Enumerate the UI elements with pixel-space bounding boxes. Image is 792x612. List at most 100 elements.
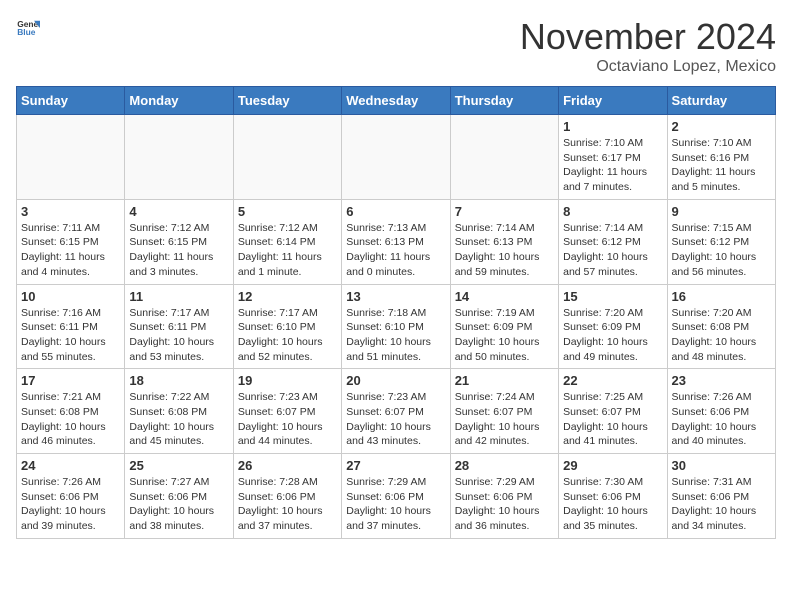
calendar-cell: 29Sunrise: 7:30 AM Sunset: 6:06 PM Dayli… xyxy=(559,454,667,539)
calendar-table: SundayMondayTuesdayWednesdayThursdayFrid… xyxy=(16,86,776,539)
calendar-cell: 9Sunrise: 7:15 AM Sunset: 6:12 PM Daylig… xyxy=(667,199,775,284)
day-info: Sunrise: 7:21 AM Sunset: 6:08 PM Dayligh… xyxy=(21,390,120,449)
column-header-friday: Friday xyxy=(559,87,667,115)
day-info: Sunrise: 7:27 AM Sunset: 6:06 PM Dayligh… xyxy=(129,475,228,534)
day-info: Sunrise: 7:14 AM Sunset: 6:13 PM Dayligh… xyxy=(455,221,554,280)
column-header-saturday: Saturday xyxy=(667,87,775,115)
column-header-wednesday: Wednesday xyxy=(342,87,450,115)
day-number: 17 xyxy=(21,373,120,388)
calendar-cell: 13 Sunrise: 7:18 AM Sunset: 6:10 PM Dayli… xyxy=(342,284,450,369)
day-number: 12 xyxy=(238,289,337,304)
calendar-cell: 6 Sunrise: 7:13 AM Sunset: 6:13 PM Daylig… xyxy=(342,199,450,284)
day-info: Sunrise: 7:23 AM Sunset: 6:07 PM Dayligh… xyxy=(238,390,337,449)
calendar-cell: 2Sunrise: 7:10 AM Sunset: 6:16 PM Daylig… xyxy=(667,115,775,200)
day-info: Sunrise: 7:29 AM Sunset: 6:06 PM Dayligh… xyxy=(346,475,445,534)
calendar-cell: 16 Sunrise: 7:20 AM Sunset: 6:08 PM Dayli… xyxy=(667,284,775,369)
calendar-cell xyxy=(17,115,125,200)
column-header-sunday: Sunday xyxy=(17,87,125,115)
day-info: Sunrise: 7:18 AM Sunset: 6:10 PM Dayligh… xyxy=(346,306,445,365)
calendar-cell: 1Sunrise: 7:10 AM Sunset: 6:17 PM Daylig… xyxy=(559,115,667,200)
calendar-cell: 5 Sunrise: 7:12 AM Sunset: 6:14 PM Daylig… xyxy=(233,199,341,284)
calendar-cell: 23 Sunrise: 7:26 AM Sunset: 6:06 PM Dayli… xyxy=(667,369,775,454)
day-number: 13 xyxy=(346,289,445,304)
calendar-cell xyxy=(450,115,558,200)
day-number: 22 xyxy=(563,373,662,388)
calendar-cell: 18 Sunrise: 7:22 AM Sunset: 6:08 PM Dayli… xyxy=(125,369,233,454)
calendar-cell: 24 Sunrise: 7:26 AM Sunset: 6:06 PM Dayli… xyxy=(17,454,125,539)
logo: General Blue xyxy=(16,16,40,40)
day-number: 1 xyxy=(563,119,662,134)
day-info: Sunrise: 7:19 AM Sunset: 6:09 PM Dayligh… xyxy=(455,306,554,365)
day-info: Sunrise: 7:12 AM Sunset: 6:14 PM Dayligh… xyxy=(238,221,337,280)
calendar-cell: 15 Sunrise: 7:20 AM Sunset: 6:09 PM Dayli… xyxy=(559,284,667,369)
calendar-cell: 30 Sunrise: 7:31 AM Sunset: 6:06 PM Dayli… xyxy=(667,454,775,539)
day-number: 19 xyxy=(238,373,337,388)
day-info: Sunrise: 7:25 AM Sunset: 6:07 PM Dayligh… xyxy=(563,390,662,449)
column-header-tuesday: Tuesday xyxy=(233,87,341,115)
day-number: 26 xyxy=(238,458,337,473)
calendar-cell: 17 Sunrise: 7:21 AM Sunset: 6:08 PM Dayli… xyxy=(17,369,125,454)
calendar-cell: 7 Sunrise: 7:14 AM Sunset: 6:13 PM Daylig… xyxy=(450,199,558,284)
location-subtitle: Octaviano Lopez, Mexico xyxy=(520,58,776,76)
calendar-cell: 19 Sunrise: 7:23 AM Sunset: 6:07 PM Dayli… xyxy=(233,369,341,454)
day-info: Sunrise: 7:17 AM Sunset: 6:10 PM Dayligh… xyxy=(238,306,337,365)
day-number: 3 xyxy=(21,204,120,219)
calendar-cell: 12 Sunrise: 7:17 AM Sunset: 6:10 PM Dayli… xyxy=(233,284,341,369)
title-block: November 2024 Octaviano Lopez, Mexico xyxy=(520,16,776,76)
day-number: 25 xyxy=(129,458,228,473)
calendar-week-2: 3 Sunrise: 7:11 AM Sunset: 6:15 PM Daylig… xyxy=(17,199,776,284)
day-number: 6 xyxy=(346,204,445,219)
calendar-cell: 20Sunrise: 7:23 AM Sunset: 6:07 PM Dayli… xyxy=(342,369,450,454)
calendar-cell: 10 Sunrise: 7:16 AM Sunset: 6:11 PM Dayli… xyxy=(17,284,125,369)
day-info: Sunrise: 7:20 AM Sunset: 6:08 PM Dayligh… xyxy=(672,306,771,365)
day-number: 16 xyxy=(672,289,771,304)
day-number: 18 xyxy=(129,373,228,388)
calendar-cell xyxy=(342,115,450,200)
day-info: Sunrise: 7:29 AM Sunset: 6:06 PM Dayligh… xyxy=(455,475,554,534)
calendar-cell: 3 Sunrise: 7:11 AM Sunset: 6:15 PM Daylig… xyxy=(17,199,125,284)
day-info: Sunrise: 7:15 AM Sunset: 6:12 PM Dayligh… xyxy=(672,221,771,280)
column-header-monday: Monday xyxy=(125,87,233,115)
calendar-cell: 14Sunrise: 7:19 AM Sunset: 6:09 PM Dayli… xyxy=(450,284,558,369)
calendar-week-1: 1Sunrise: 7:10 AM Sunset: 6:17 PM Daylig… xyxy=(17,115,776,200)
calendar-cell: 8Sunrise: 7:14 AM Sunset: 6:12 PM Daylig… xyxy=(559,199,667,284)
calendar-week-4: 17 Sunrise: 7:21 AM Sunset: 6:08 PM Dayli… xyxy=(17,369,776,454)
calendar-header-row: SundayMondayTuesdayWednesdayThursdayFrid… xyxy=(17,87,776,115)
day-info: Sunrise: 7:17 AM Sunset: 6:11 PM Dayligh… xyxy=(129,306,228,365)
day-number: 8 xyxy=(563,204,662,219)
day-number: 11 xyxy=(129,289,228,304)
day-number: 10 xyxy=(21,289,120,304)
day-number: 2 xyxy=(672,119,771,134)
day-number: 24 xyxy=(21,458,120,473)
day-info: Sunrise: 7:31 AM Sunset: 6:06 PM Dayligh… xyxy=(672,475,771,534)
day-number: 30 xyxy=(672,458,771,473)
day-info: Sunrise: 7:23 AM Sunset: 6:07 PM Dayligh… xyxy=(346,390,445,449)
day-info: Sunrise: 7:28 AM Sunset: 6:06 PM Dayligh… xyxy=(238,475,337,534)
day-number: 23 xyxy=(672,373,771,388)
calendar-week-5: 24 Sunrise: 7:26 AM Sunset: 6:06 PM Dayli… xyxy=(17,454,776,539)
day-info: Sunrise: 7:16 AM Sunset: 6:11 PM Dayligh… xyxy=(21,306,120,365)
column-header-thursday: Thursday xyxy=(450,87,558,115)
calendar-cell: 22 Sunrise: 7:25 AM Sunset: 6:07 PM Dayli… xyxy=(559,369,667,454)
calendar-cell: 28 Sunrise: 7:29 AM Sunset: 6:06 PM Dayli… xyxy=(450,454,558,539)
calendar-week-3: 10 Sunrise: 7:16 AM Sunset: 6:11 PM Dayli… xyxy=(17,284,776,369)
day-number: 28 xyxy=(455,458,554,473)
day-info: Sunrise: 7:22 AM Sunset: 6:08 PM Dayligh… xyxy=(129,390,228,449)
calendar-cell xyxy=(125,115,233,200)
day-info: Sunrise: 7:30 AM Sunset: 6:06 PM Dayligh… xyxy=(563,475,662,534)
day-info: Sunrise: 7:12 AM Sunset: 6:15 PM Dayligh… xyxy=(129,221,228,280)
svg-text:Blue: Blue xyxy=(17,27,36,37)
day-number: 27 xyxy=(346,458,445,473)
calendar-cell: 11 Sunrise: 7:17 AM Sunset: 6:11 PM Dayli… xyxy=(125,284,233,369)
day-info: Sunrise: 7:13 AM Sunset: 6:13 PM Dayligh… xyxy=(346,221,445,280)
day-info: Sunrise: 7:11 AM Sunset: 6:15 PM Dayligh… xyxy=(21,221,120,280)
calendar-cell: 27 Sunrise: 7:29 AM Sunset: 6:06 PM Dayli… xyxy=(342,454,450,539)
day-info: Sunrise: 7:26 AM Sunset: 6:06 PM Dayligh… xyxy=(672,390,771,449)
day-number: 15 xyxy=(563,289,662,304)
day-info: Sunrise: 7:20 AM Sunset: 6:09 PM Dayligh… xyxy=(563,306,662,365)
day-info: Sunrise: 7:26 AM Sunset: 6:06 PM Dayligh… xyxy=(21,475,120,534)
month-title: November 2024 xyxy=(520,16,776,58)
day-number: 7 xyxy=(455,204,554,219)
page-header: General Blue November 2024 Octaviano Lop… xyxy=(16,16,776,76)
day-number: 5 xyxy=(238,204,337,219)
